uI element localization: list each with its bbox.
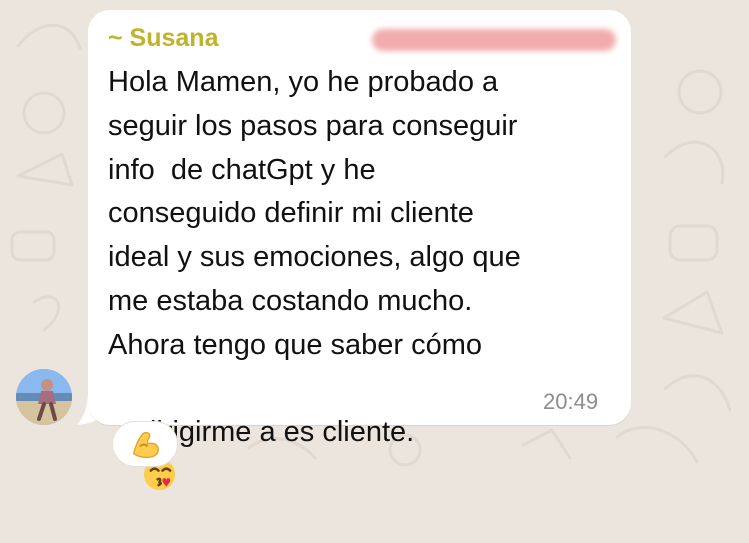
message-text: Hola Mamen, yo he probado a seguir los p…	[108, 61, 608, 491]
redacted-phone-number	[372, 29, 616, 51]
message-line: Hola Mamen, yo he probado a	[108, 66, 499, 98]
message-line: Ahora tengo que saber cómo	[108, 328, 483, 361]
message-line: info de chatGpt y he	[108, 153, 376, 186]
message-line: dirigirme a es cliente.	[140, 416, 415, 449]
message-line: ideal y sus emociones, algo que	[108, 241, 521, 274]
sender-name[interactable]: ~ Susana	[108, 24, 218, 53]
flexed-biceps-icon	[132, 431, 159, 459]
sender-avatar-image	[16, 369, 72, 425]
message-line: conseguido definir mi cliente	[108, 197, 474, 230]
message-line: me estaba costando mucho.	[108, 284, 473, 317]
message-reaction[interactable]	[112, 421, 178, 467]
message-last-line: dirigirme a es cliente.	[108, 368, 608, 491]
message-timestamp: 20:49	[543, 389, 599, 414]
sender-avatar[interactable]	[16, 369, 72, 425]
message-line: seguir los pasos para conseguir	[108, 109, 518, 142]
